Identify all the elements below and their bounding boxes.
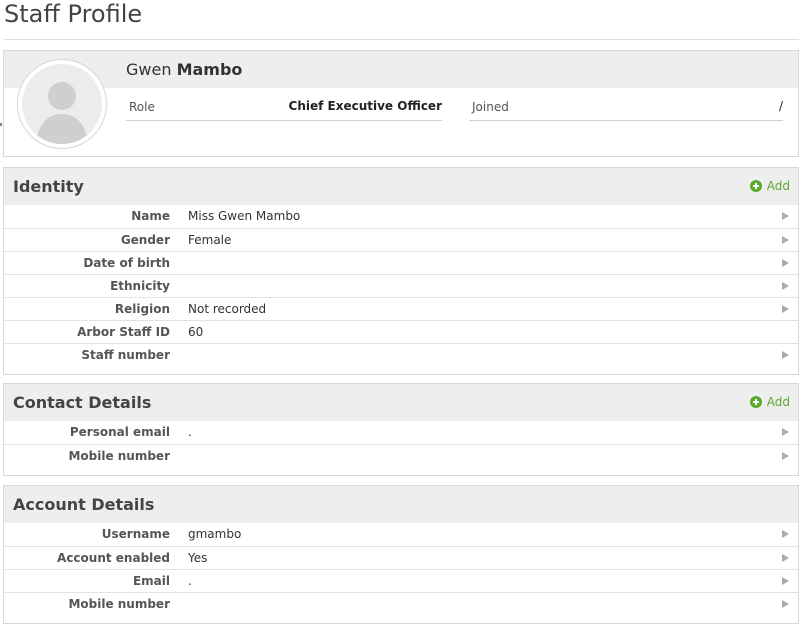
row-label: Staff number <box>81 348 170 362</box>
identity-add-button[interactable]: Add <box>749 179 790 193</box>
plus-circle-icon <box>749 396 762 408</box>
chevron-right-icon[interactable] <box>782 554 789 562</box>
table-row: Arbor Staff ID 60 <box>4 320 798 343</box>
identity-header: Identity Add <box>4 168 798 205</box>
staff-last-name: Mambo <box>176 60 243 79</box>
row-value: Female <box>188 233 232 247</box>
contact-rows: Personal email. Mobile number <box>4 421 798 475</box>
chevron-right-icon[interactable] <box>782 305 789 313</box>
joined-value: / <box>778 99 783 113</box>
identity-title: Identity <box>13 177 84 196</box>
profile-card: Gwen Mambo Role Chief Executive Officer … <box>3 50 799 157</box>
avatar <box>17 59 107 149</box>
row-label: Ethnicity <box>110 279 170 293</box>
identity-rows: Name Miss Gwen Mambo Gender Female Date of b… <box>4 205 798 374</box>
table-row[interactable]: Ethnicity <box>4 274 798 297</box>
chevron-right-icon[interactable] <box>782 452 789 460</box>
contact-add-label: Add <box>766 395 790 409</box>
row-value: Miss Gwen Mambo <box>188 209 301 223</box>
account-header: Account Details <box>4 486 798 523</box>
table-row[interactable]: Date of birth <box>4 251 798 274</box>
row-label: Email <box>132 574 170 588</box>
row-value: Not recorded <box>188 302 267 316</box>
profile-header-band <box>4 51 798 88</box>
table-row[interactable]: Personal email. <box>4 421 798 444</box>
row-label: Personal email <box>69 425 170 439</box>
row-value: . <box>188 574 192 588</box>
account-section: Account Details Username gmambo Account en… <box>3 485 799 624</box>
joined-field: Joined / <box>469 92 783 121</box>
row-label: Username <box>101 527 170 541</box>
account-rows: Username gmambo Account enabled Yes Email. Mo… <box>4 523 798 623</box>
contact-section: Contact Details Add Personal email. Mobil… <box>3 383 799 476</box>
table-row[interactable]: Mobile number <box>4 592 798 615</box>
chevron-right-icon[interactable] <box>782 428 789 436</box>
chevron-right-icon[interactable] <box>782 236 789 244</box>
role-label: Role <box>129 100 155 114</box>
chevron-right-icon[interactable] <box>782 212 789 220</box>
person-silhouette-icon <box>22 64 102 144</box>
row-label: Account enabled <box>57 551 170 565</box>
role-value: Chief Executive Officer <box>288 99 442 113</box>
row-label: Mobile number <box>68 449 170 463</box>
row-value: Yes <box>188 551 208 565</box>
row-label: Gender <box>120 233 170 247</box>
table-row[interactable]: Religion Not recorded <box>4 297 798 320</box>
contact-add-button[interactable]: Add <box>749 395 790 409</box>
edge-marker <box>0 123 2 126</box>
row-label: Name <box>131 209 170 223</box>
chevron-right-icon[interactable] <box>782 259 789 267</box>
table-row[interactable]: Account enabled Yes <box>4 546 798 569</box>
row-label: Religion <box>114 302 170 316</box>
row-label: Date of birth <box>83 256 170 270</box>
row-value: 60 <box>188 325 204 339</box>
staff-name: Gwen Mambo <box>126 60 242 79</box>
table-row[interactable]: Username gmambo <box>4 523 798 546</box>
row-label: Arbor Staff ID <box>77 325 170 339</box>
role-field: Role Chief Executive Officer <box>126 92 442 121</box>
contact-title: Contact Details <box>13 393 152 412</box>
table-row[interactable]: Mobile number <box>4 444 798 467</box>
account-title: Account Details <box>13 495 155 514</box>
table-row[interactable]: Name Miss Gwen Mambo <box>4 205 798 228</box>
chevron-right-icon[interactable] <box>782 282 789 290</box>
chevron-right-icon[interactable] <box>782 577 789 585</box>
table-row[interactable]: Gender Female <box>4 228 798 251</box>
plus-circle-icon <box>749 180 762 192</box>
chevron-right-icon[interactable] <box>782 530 789 538</box>
title-divider <box>4 39 799 40</box>
chevron-right-icon[interactable] <box>782 600 789 608</box>
identity-section: Identity Add Name Miss Gwen Mambo Gender Fe… <box>3 167 799 375</box>
contact-header: Contact Details Add <box>4 384 798 421</box>
chevron-right-icon[interactable] <box>782 351 789 359</box>
joined-label: Joined <box>472 100 509 114</box>
table-row[interactable]: Staff number <box>4 343 798 366</box>
row-value: . <box>188 425 192 439</box>
row-value: gmambo <box>188 527 242 541</box>
row-label: Mobile number <box>68 597 170 611</box>
identity-add-label: Add <box>766 179 790 193</box>
table-row[interactable]: Email. <box>4 569 798 592</box>
page-title: Staff Profile <box>4 0 143 28</box>
staff-first-name: Gwen <box>126 60 172 79</box>
